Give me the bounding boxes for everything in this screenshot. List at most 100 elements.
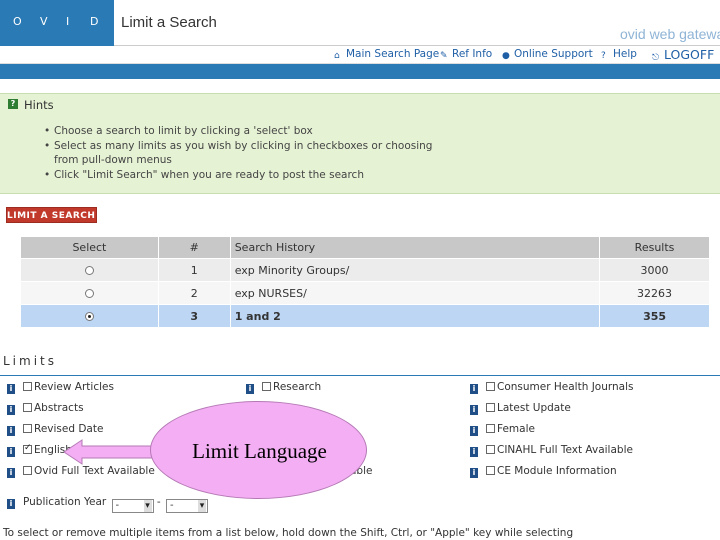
publication-year-row: i Publication Year - - - (7, 496, 209, 513)
info-icon[interactable]: i (7, 426, 15, 436)
hints-panel: ? Hints Choose a search to limit by clic… (0, 93, 720, 194)
logoff-label: LOGOFF (664, 47, 715, 62)
support-icon: ● (502, 51, 510, 61)
header-divider-bar (0, 64, 720, 79)
info-icon[interactable]: i (7, 499, 15, 509)
limit-label: Research (273, 381, 322, 393)
select-radio[interactable] (84, 266, 94, 275)
select-cell (20, 258, 159, 282)
limits-heading: Limits (3, 354, 57, 368)
number-cell: 3 (157, 304, 231, 328)
limit-label: Female (497, 423, 535, 435)
limit-female[interactable]: i Female (470, 423, 535, 436)
checkbox[interactable] (486, 403, 495, 412)
info-icon[interactable]: i (470, 447, 478, 457)
main-search-link[interactable]: ⌂ Main Search Page (334, 48, 439, 61)
limit-english[interactable]: iEnglish (7, 443, 72, 457)
results-cell: 3000 (599, 258, 710, 282)
limit-label: CINAHL Full Text Available (497, 444, 633, 456)
history-cell: exp Minority Groups/ (229, 258, 601, 282)
page-title: Limit a Search (121, 14, 217, 31)
limit-research[interactable]: i Research (246, 381, 321, 394)
ref-info-link[interactable]: ✎ Ref Info (440, 48, 492, 61)
help-link[interactable]: ? Help (601, 48, 637, 61)
info-icon[interactable]: i (470, 405, 478, 415)
checkbox[interactable] (486, 424, 495, 433)
pub-year-from-select[interactable]: - (111, 499, 154, 513)
main-search-label: Main Search Page (346, 48, 440, 60)
history-cell: 1 and 2 (229, 304, 601, 328)
limit-label: Abstracts (34, 402, 84, 414)
checkbox[interactable] (23, 382, 32, 391)
ref-info-label: Ref Info (452, 48, 493, 60)
info-icon[interactable]: i (7, 405, 15, 415)
number-cell: 1 (157, 258, 231, 282)
pub-year-separator: - (156, 496, 161, 508)
logoff-link[interactable]: ⎋ LOGOFF (652, 47, 714, 63)
history-cell: exp NURSES/ (229, 281, 601, 305)
ovid-logo: O V I D (0, 0, 114, 46)
pub-year-to-select[interactable]: - (166, 499, 209, 513)
limit-label: Revised Date (34, 423, 104, 435)
help-icon: ? (601, 51, 606, 61)
hint-item: Click "Limit Search" when you are ready … (44, 168, 444, 183)
limit-latest-update[interactable]: i Latest Update (470, 402, 571, 415)
home-icon: ⌂ (334, 51, 340, 61)
online-support-link[interactable]: ● Online Support (502, 48, 593, 61)
logo-letter-i: I (66, 15, 72, 28)
table-row: 2 exp NURSES/ 32263 (20, 281, 710, 305)
info-icon[interactable]: i (7, 384, 15, 394)
online-support-label: Online Support (514, 48, 593, 60)
table-row: 1 exp Minority Groups/ 3000 (20, 258, 710, 282)
top-nav: ⌂ Main Search Page ✎ Ref Info ● Online Supp… (0, 46, 720, 64)
hints-list: Choose a search to limit by clicking a '… (44, 124, 444, 182)
logo-letter-o: O (13, 15, 24, 28)
info-icon[interactable]: i (246, 384, 254, 394)
checkbox[interactable] (262, 382, 271, 391)
select-radio[interactable] (84, 289, 94, 298)
brand-text: ovid web gateway (620, 26, 720, 42)
limit-abstracts[interactable]: i Abstracts (7, 402, 84, 415)
info-icon[interactable]: i (7, 468, 15, 478)
limit-cinahl-full-text[interactable]: i CINAHL Full Text Available (470, 444, 633, 457)
limit-label: Consumer Health Journals (497, 381, 634, 393)
limit-label: Review Articles (34, 381, 114, 393)
limit-label: Ovid Full Text Available (34, 465, 155, 477)
app-header: O V I D Limit a Search ovid web gateway (0, 0, 720, 46)
logoff-icon: ⎋ (652, 53, 660, 63)
info-icon[interactable]: i (470, 384, 478, 394)
checkbox[interactable] (23, 466, 32, 475)
select-header: Select (20, 236, 159, 259)
book-icon: ✎ (440, 51, 448, 61)
checkbox[interactable] (486, 382, 495, 391)
info-icon[interactable]: i (470, 468, 478, 478)
limit-label: CE Module Information (497, 465, 617, 477)
limit-consumer-health[interactable]: i Consumer Health Journals (470, 381, 633, 394)
search-history-header: Search History (229, 236, 601, 259)
callout-bubble: Limit Language (150, 401, 367, 499)
limit-ovid-full-text[interactable]: i Ovid Full Text Available (7, 465, 155, 478)
results-header: Results (599, 236, 710, 259)
table-header-row: Select # Search History Results (20, 236, 710, 259)
callout-text: Limit Language (192, 439, 327, 463)
checkbox[interactable] (23, 403, 32, 412)
number-cell: 2 (157, 281, 231, 305)
checkbox-checked[interactable] (23, 443, 32, 454)
checkbox[interactable] (486, 445, 495, 454)
hints-title: Hints (24, 98, 54, 112)
info-icon[interactable]: i (470, 426, 478, 436)
limit-revised-date[interactable]: i Revised Date (7, 423, 103, 436)
results-cell: 355 (599, 304, 710, 328)
multi-select-note: To select or remove multiple items from … (3, 527, 574, 539)
limit-search-button[interactable]: LIMIT A SEARCH » (6, 207, 105, 223)
select-radio-checked[interactable] (84, 312, 94, 321)
checkbox[interactable] (23, 424, 32, 433)
limit-ce-module[interactable]: i CE Module Information (470, 465, 617, 478)
logo-letter-d: D (90, 15, 101, 28)
limit-label: Latest Update (497, 402, 571, 414)
select-cell (20, 281, 159, 305)
limit-review-articles[interactable]: i Review Articles (7, 381, 114, 394)
hint-item: Choose a search to limit by clicking a '… (44, 124, 444, 139)
info-icon[interactable]: i (7, 447, 15, 457)
checkbox[interactable] (486, 466, 495, 475)
